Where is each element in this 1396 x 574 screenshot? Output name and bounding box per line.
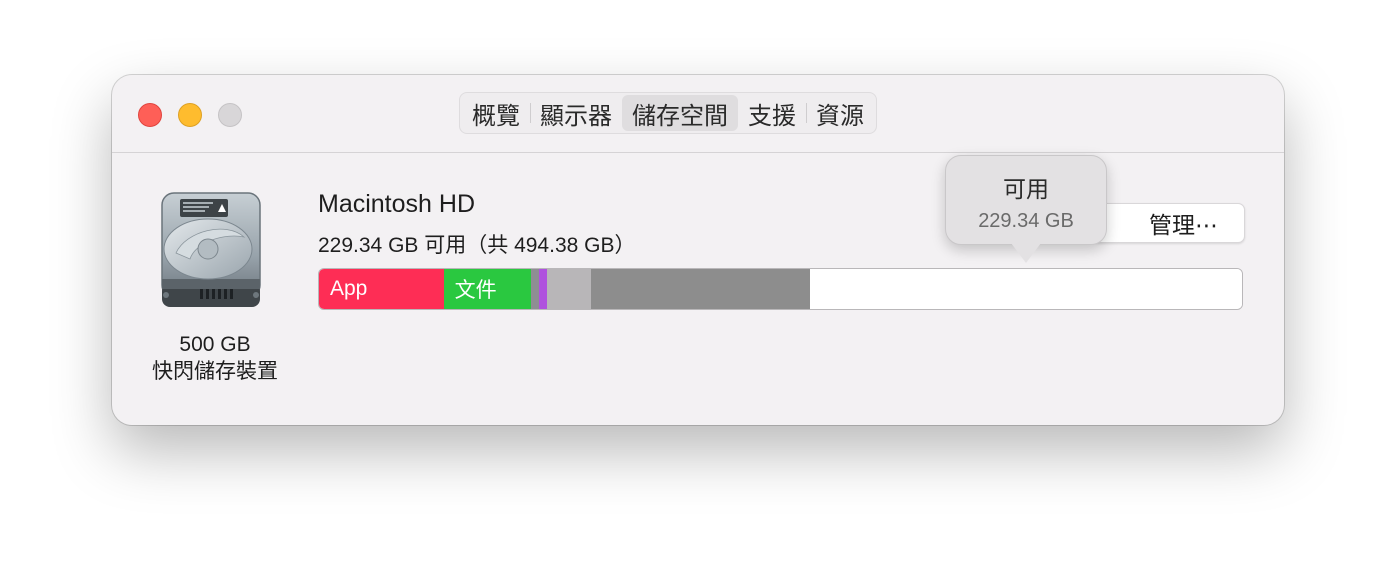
disk-usage-text: 229.34 GB 可用（共 494.38 GB） <box>318 234 636 257</box>
tab-storage[interactable]: 儲存空間 <box>622 95 738 131</box>
disk-type: 快閃儲存裝置 <box>152 360 278 383</box>
tooltip-title: 可用 <box>1003 176 1049 202</box>
tab-displays[interactable]: 顯示器 <box>530 95 622 131</box>
storage-tooltip: 可用 229.34 GB <box>945 155 1107 245</box>
storage-segment-system[interactable] <box>531 269 539 309</box>
storage-segment-purgeable[interactable] <box>546 269 592 309</box>
about-this-mac-window: 概覽 顯示器 儲存空間 支援 資源 500 GB 快閃儲存裝置 Macintos… <box>112 75 1284 425</box>
title-bar: 概覽 顯示器 儲存空間 支援 資源 <box>112 75 1284 153</box>
storage-segment-app[interactable]: App <box>319 269 444 309</box>
tooltip-value: 229.34 GB <box>978 210 1074 232</box>
hard-drive-icon <box>161 192 261 307</box>
manage-button[interactable]: 管理⋯ <box>1091 203 1245 243</box>
tab-resources[interactable]: 資源 <box>806 95 874 131</box>
tab-support[interactable]: 支援 <box>738 95 806 131</box>
tooltip-arrow <box>1011 243 1041 263</box>
storage-segment-documents[interactable]: 文件 <box>443 269 532 309</box>
storage-segment-system-data[interactable] <box>591 269 810 309</box>
storage-segment-other[interactable] <box>538 269 547 309</box>
disk-capacity: 500 GB <box>179 333 251 356</box>
minimize-button[interactable] <box>178 103 202 127</box>
storage-segment-available[interactable] <box>809 269 1242 309</box>
zoom-button[interactable] <box>218 103 242 127</box>
disk-caption: 500 GB 快閃儲存裝置 <box>132 331 298 385</box>
disk-name: Macintosh HD <box>318 190 475 218</box>
tab-bar: 概覽 顯示器 儲存空間 支援 資源 <box>459 92 877 134</box>
tab-overview[interactable]: 概覽 <box>462 95 530 131</box>
close-button[interactable] <box>138 103 162 127</box>
storage-bar[interactable]: App 文件 <box>318 268 1243 310</box>
